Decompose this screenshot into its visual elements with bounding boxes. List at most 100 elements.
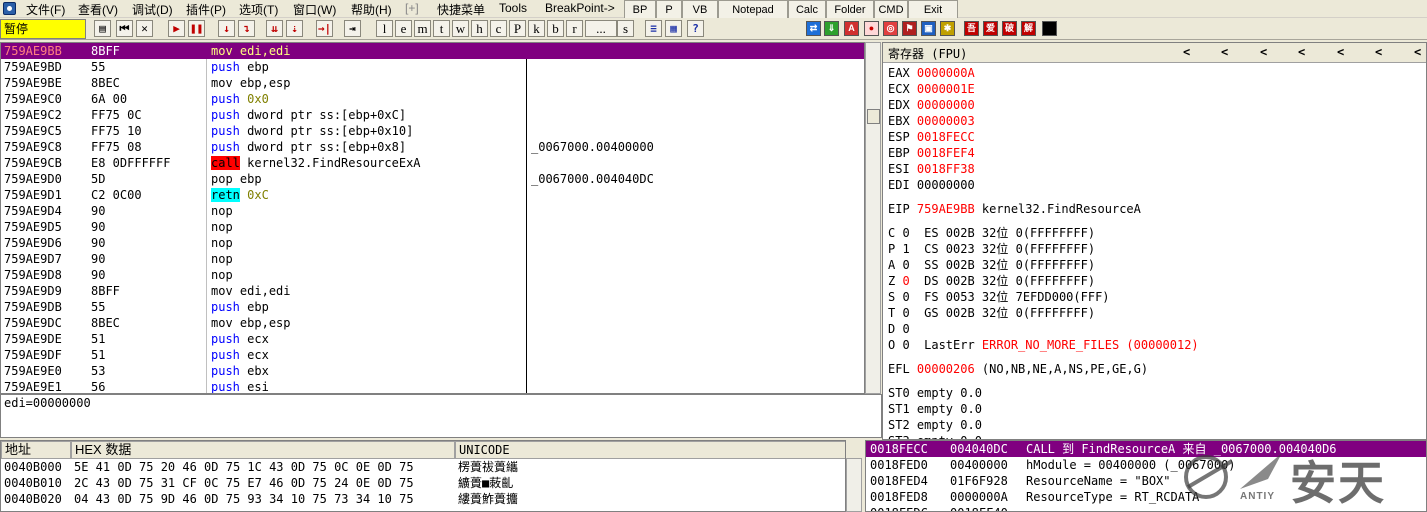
windows-button[interactable]: w	[452, 20, 469, 37]
disasm-row[interactable]: 759AE9C8 FF75 08 push dword ptr ss:[ebp+0x…	[1, 139, 864, 155]
close-icon[interactable]: ✕	[136, 20, 153, 37]
log-window-button[interactable]: l	[376, 20, 393, 37]
arrow-left-icon[interactable]: <	[1414, 45, 1421, 59]
fpu-row[interactable]: ST0 empty 0.0	[888, 385, 982, 401]
disasm-row[interactable]: 759AE9D8 90 nop	[1, 267, 864, 283]
dump-row[interactable]: 0040B010 2C 43 0D 75 31 CF 0C 75 E7 46 0D…	[4, 475, 513, 491]
disasm-row[interactable]: 759AE9CB E8 0DFFFFFF call kernel32.FindRes…	[1, 155, 864, 171]
refresh-icon[interactable]: ⇄	[806, 21, 821, 36]
dump-pane[interactable]: 地址 HEX 数据 UNICODE 0040B000 5E 41 0D 75 20…	[0, 440, 846, 512]
dump-header-hex[interactable]: HEX 数据	[71, 441, 455, 459]
dump-scrollbar[interactable]	[846, 458, 862, 512]
arrow-left-icon[interactable]: <	[1260, 45, 1267, 59]
target-icon[interactable]: ◎	[883, 21, 898, 36]
fpu-row[interactable]: ST1 empty 0.0	[888, 401, 982, 417]
ai-button[interactable]: 爱	[983, 21, 998, 36]
register-row[interactable]: EAX 0000000A	[888, 65, 975, 81]
threads-button[interactable]: t	[433, 20, 450, 37]
pause-icon[interactable]: ❚❚	[188, 20, 205, 37]
flag-row[interactable]: A 0 SS 002B 32位 0(FFFFFFFF)	[888, 257, 1095, 273]
disasm-row[interactable]: 759AE9D7 90 nop	[1, 251, 864, 267]
disasm-row[interactable]: 759AE9D5 90 nop	[1, 219, 864, 235]
disasm-row[interactable]: 759AE9D4 90 nop	[1, 203, 864, 219]
disasm-row[interactable]: 759AE9DB 55 push ebp	[1, 299, 864, 315]
trace-over-icon[interactable]: ⇣	[286, 20, 303, 37]
arrow-left-icon[interactable]: <	[1298, 45, 1305, 59]
disasm-row[interactable]: 759AE9DC 8BEC mov ebp,esp	[1, 315, 864, 331]
source-button[interactable]: s	[617, 20, 634, 37]
lasterr-row[interactable]: O 0 LastErr ERROR_NO_MORE_FILES (0000001…	[888, 337, 1199, 353]
black-box-icon[interactable]	[1042, 21, 1057, 36]
disasm-row[interactable]: 759AE9C2 FF75 0C push dword ptr ss:[ebp+0x…	[1, 107, 864, 123]
menu-help[interactable]: 帮助(H)	[351, 1, 392, 18]
flag-row[interactable]: Z 0 DS 002B 32位 0(FFFFFFFF)	[888, 273, 1095, 289]
executable-modules-button[interactable]: e	[395, 20, 412, 37]
notepad-button[interactable]: Notepad	[718, 0, 788, 20]
p-button[interactable]: P	[656, 0, 682, 20]
flag-icon[interactable]: ⚑	[902, 21, 917, 36]
restart-icon[interactable]: ⏮	[116, 20, 133, 37]
flag-row[interactable]: C 0 ES 002B 32位 0(FFFFFFFF)	[888, 225, 1095, 241]
disassembly-pane[interactable]: 759AE9BB 8BFF mov edi,edi 759AE9BD 55 push eb…	[0, 42, 865, 394]
trace-into-icon[interactable]: ⇊	[266, 20, 283, 37]
help-icon[interactable]: ?	[687, 20, 704, 37]
menu-breakpoint[interactable]: BreakPoint->	[545, 1, 615, 15]
exit-button[interactable]: Exit	[908, 0, 958, 20]
disasm-row[interactable]: 759AE9E0 53 push ebx	[1, 363, 864, 379]
a-icon[interactable]: A	[844, 21, 859, 36]
patches-button[interactable]: P	[509, 20, 526, 37]
references-button[interactable]: r	[566, 20, 583, 37]
menu-plugins[interactable]: 插件(P)	[186, 1, 226, 18]
disasm-row[interactable]: 759AE9DE 51 push ecx	[1, 331, 864, 347]
jie-button[interactable]: 解	[1021, 21, 1036, 36]
arrow-left-icon[interactable]: <	[1221, 45, 1228, 59]
run-trace-button[interactable]: ...	[585, 20, 617, 37]
dump-header-address[interactable]: 地址	[1, 441, 71, 459]
disasm-row[interactable]: 759AE9BB 8BFF mov edi,edi	[1, 43, 864, 59]
menu-debug[interactable]: 调试(D)	[132, 1, 173, 18]
register-row[interactable]: EBP 0018FEF4	[888, 145, 975, 161]
disasm-row[interactable]: 759AE9BE 8BEC mov ebp,esp	[1, 75, 864, 91]
cpu-button[interactable]: c	[490, 20, 507, 37]
open-icon[interactable]: ▤	[94, 20, 111, 37]
disasm-row[interactable]: 759AE9D1 C2 0C00 retn 0xC	[1, 187, 864, 203]
star-icon[interactable]: ✱	[940, 21, 955, 36]
flag-row[interactable]: S 0 FS 0053 32位 7EFDD000(FFF)	[888, 289, 1110, 305]
disasm-row[interactable]: 759AE9D9 8BFF mov edi,edi	[1, 283, 864, 299]
chip-icon[interactable]: ▣	[921, 21, 936, 36]
flag-row[interactable]: T 0 GS 002B 32位 0(FFFFFFFF)	[888, 305, 1095, 321]
handles-button[interactable]: h	[471, 20, 488, 37]
register-row[interactable]: EDI 00000000	[888, 177, 975, 193]
dump-row[interactable]: 0040B020 04 43 0D 75 9D 46 0D 75 93 34 10…	[4, 491, 518, 507]
calc-button[interactable]: Calc	[788, 0, 826, 20]
register-row[interactable]: ESI 0018FF38	[888, 161, 975, 177]
register-row[interactable]: EDX 00000000	[888, 97, 975, 113]
menu-plus[interactable]: [+]	[405, 1, 419, 15]
menu-options[interactable]: 选项(T)	[239, 1, 278, 18]
register-row[interactable]: ESP 0018FECC	[888, 129, 975, 145]
step-over-icon[interactable]: ↴	[238, 20, 255, 37]
disasm-row[interactable]: 759AE9C5 FF75 10 push dword ptr ss:[ebp+0x…	[1, 123, 864, 139]
execute-till-return-icon[interactable]: →|	[316, 20, 333, 37]
record-icon[interactable]: ●	[864, 21, 879, 36]
run-icon[interactable]: ▶	[168, 20, 185, 37]
fpu-row[interactable]: ST2 empty 0.0	[888, 417, 982, 433]
vb-button[interactable]: VB	[682, 0, 718, 20]
breakpoints-button[interactable]: b	[547, 20, 564, 37]
flag-row[interactable]: P 1 CS 0023 32位 0(FFFFFFFF)	[888, 241, 1095, 257]
down-icon[interactable]: ⇓	[824, 21, 839, 36]
register-row[interactable]: ECX 0000001E	[888, 81, 975, 97]
registers-pane[interactable]: 寄存器 (FPU) < < < < < < < EAX 0000000A ECX …	[882, 42, 1427, 440]
menu-view[interactable]: 查看(V)	[78, 1, 118, 18]
po-button[interactable]: 破	[1002, 21, 1017, 36]
grid-icon[interactable]: ▦	[665, 20, 682, 37]
register-row[interactable]: EBX 00000003	[888, 113, 975, 129]
flag-row[interactable]: D 0	[888, 321, 910, 337]
disasm-row[interactable]: 759AE9E1 56 push esi	[1, 379, 864, 393]
disasm-row[interactable]: 759AE9D6 90 nop	[1, 235, 864, 251]
scroll-thumb[interactable]	[867, 109, 880, 124]
efl-row[interactable]: EFL 00000206 (NO,NB,NE,A,NS,PE,GE,G)	[888, 361, 1148, 377]
fpu-row[interactable]: ST3 empty 0.0	[888, 433, 982, 439]
wu-button[interactable]: 吾	[964, 21, 979, 36]
disassembly-scrollbar[interactable]	[865, 42, 881, 394]
